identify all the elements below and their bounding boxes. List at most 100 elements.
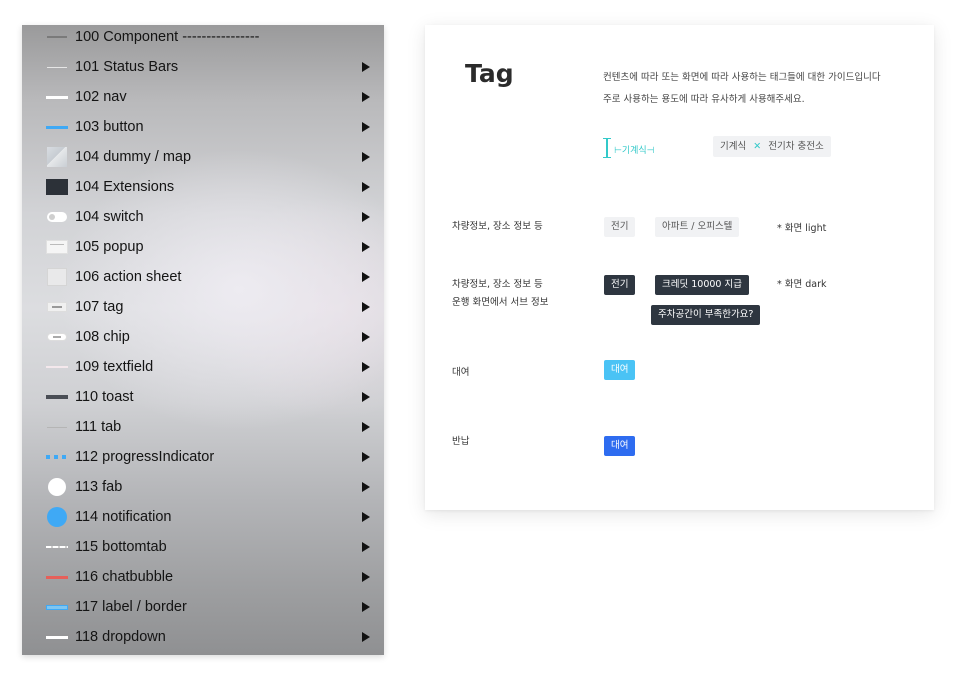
submenu-arrow-icon[interactable] (362, 152, 370, 162)
tiny-text-icon (46, 29, 68, 45)
menu-item[interactable]: 117 label / border (22, 592, 384, 622)
menu-item-label: 118 dropdown (75, 629, 166, 645)
thin-line-light-icon (46, 59, 68, 75)
menu-item-label: 117 label / border (75, 599, 187, 615)
menu-item[interactable]: 108 chip (22, 322, 384, 352)
menu-item-label: 101 Status Bars (75, 59, 179, 75)
submenu-arrow-icon[interactable] (362, 632, 370, 642)
submenu-arrow-icon[interactable] (362, 452, 370, 462)
dark-note: * 화면 dark (777, 279, 827, 290)
chip-pill-icon (46, 329, 68, 345)
white-bar-icon (46, 89, 68, 105)
menu-item[interactable]: 100 Component ---------------- (22, 25, 384, 52)
rent-row-label: 대여 (452, 367, 470, 378)
menu-item[interactable]: 111 tab (22, 412, 384, 442)
submenu-arrow-icon[interactable] (362, 62, 370, 72)
menu-item[interactable]: 113 fab (22, 472, 384, 502)
menu-item[interactable]: 118 dropdown (22, 622, 384, 652)
menu-item-label: 110 toast (75, 389, 134, 405)
white-bar-dotted-icon (46, 539, 68, 555)
tag-chip-icon (46, 299, 68, 315)
menu-item[interactable]: 102 nav (22, 82, 384, 112)
map-square-icon (46, 147, 68, 167)
submenu-arrow-icon[interactable] (362, 332, 370, 342)
submenu-arrow-icon[interactable] (362, 362, 370, 372)
spec-sample-sep: ✕ (753, 141, 762, 152)
switch-pill-icon (46, 209, 68, 225)
submenu-arrow-icon[interactable] (362, 242, 370, 252)
menu-item[interactable]: 115 bottomtab (22, 532, 384, 562)
menu-item-label: 109 textfield (75, 359, 154, 375)
spec-measure-label: ⊢기계식⊣ (614, 146, 655, 156)
blue-outline-bar-icon (46, 599, 68, 615)
spec-cursor-cap-top (603, 138, 611, 139)
spec-sample-a: 기계식 (720, 141, 747, 152)
menu-item-label: 111 tab (75, 419, 122, 435)
return-row-label: 반납 (452, 436, 470, 447)
tag-guide-card: Tag 컨텐츠에 따라 또는 화면에 따라 사용하는 태그들에 대한 가이드입니… (425, 25, 934, 510)
spec-sample-tag: 기계식 ✕ 전기차 충전소 (713, 136, 831, 157)
submenu-arrow-icon[interactable] (362, 392, 370, 402)
menu-item-label: 100 Component ---------------- (75, 29, 260, 45)
menu-item[interactable]: 114 notification (22, 502, 384, 532)
menu-item-label: 114 notification (75, 509, 172, 525)
submenu-arrow-icon[interactable] (362, 182, 370, 192)
tag-dark-parking: 주차공간이 부족한가요? (651, 305, 761, 325)
menu-item-label: 103 button (75, 119, 144, 135)
menu-item[interactable]: 101 Status Bars (22, 52, 384, 82)
menu-item-label: 102 nav (75, 89, 127, 105)
submenu-arrow-icon[interactable] (362, 542, 370, 552)
menu-item[interactable]: 112 progressIndicator (22, 442, 384, 472)
submenu-arrow-icon[interactable] (362, 512, 370, 522)
menu-item-label: 107 tag (75, 299, 124, 315)
menu-item-label: 115 bottomtab (75, 539, 167, 555)
tag-dark-credit: 크레딧 10000 지급 (655, 275, 749, 295)
popup-card-icon (46, 239, 68, 255)
submenu-arrow-icon[interactable] (362, 212, 370, 222)
menu-item-label: 108 chip (75, 329, 130, 345)
sheet-card-icon (46, 268, 68, 286)
blue-circle-icon (46, 507, 68, 527)
light-row-label: 차량정보, 장소 정보 등 (452, 221, 543, 232)
submenu-arrow-icon[interactable] (362, 272, 370, 282)
menu-item[interactable]: 107 tag (22, 292, 384, 322)
menu-item[interactable]: 103 button (22, 112, 384, 142)
dark-row-label-2: 운행 화면에서 서브 정보 (452, 297, 549, 308)
menu-item[interactable]: 116 chatbubble (22, 562, 384, 592)
submenu-arrow-icon[interactable] (362, 572, 370, 582)
description-line-2: 주로 사용하는 용도에 따라 유사하게 사용해주세요. (603, 94, 805, 105)
spec-cursor-icon (606, 138, 608, 158)
tag-light-electric: 전기 (604, 217, 636, 237)
spec-sample-b: 전기차 충전소 (768, 141, 824, 152)
submenu-arrow-icon[interactable] (362, 92, 370, 102)
dark-square-icon (46, 179, 68, 195)
menu-item[interactable]: 104 switch (22, 202, 384, 232)
menu-item-label: 104 switch (75, 209, 144, 225)
menu-item[interactable]: 104 Extensions (22, 172, 384, 202)
tag-light-apartment: 아파트 / 오피스텔 (655, 217, 740, 237)
tag-rent: 대여 (604, 360, 636, 380)
blue-bar-icon (46, 119, 68, 135)
menu-item[interactable]: 106 action sheet (22, 262, 384, 292)
menu-item[interactable]: 105 popup (22, 232, 384, 262)
menu-item[interactable]: 110 toast (22, 382, 384, 412)
submenu-arrow-icon[interactable] (362, 122, 370, 132)
dark-bar-icon (46, 389, 68, 405)
submenu-arrow-icon[interactable] (362, 302, 370, 312)
tag-dark-electric: 전기 (604, 275, 636, 295)
tag-return: 대여 (604, 436, 636, 456)
field-line-icon (46, 359, 68, 375)
submenu-arrow-icon[interactable] (362, 482, 370, 492)
dotted-blue-icon (46, 449, 68, 465)
submenu-arrow-icon[interactable] (362, 602, 370, 612)
menu-item[interactable]: 109 textfield (22, 352, 384, 382)
submenu-arrow-icon[interactable] (362, 422, 370, 432)
menu-item-label: 106 action sheet (75, 269, 182, 285)
component-menu: 100 Component ---------------- 101 Status… (22, 25, 384, 655)
description-line-1: 컨텐츠에 따라 또는 화면에 따라 사용하는 태그들에 대한 가이드입니다 (603, 72, 881, 83)
dark-row-label-1: 차량정보, 장소 정보 등 (452, 279, 543, 290)
page-title: Tag (465, 59, 514, 88)
menu-item-label: 116 chatbubble (75, 569, 174, 585)
white-bar-icon (46, 629, 68, 645)
menu-item[interactable]: 104 dummy / map (22, 142, 384, 172)
